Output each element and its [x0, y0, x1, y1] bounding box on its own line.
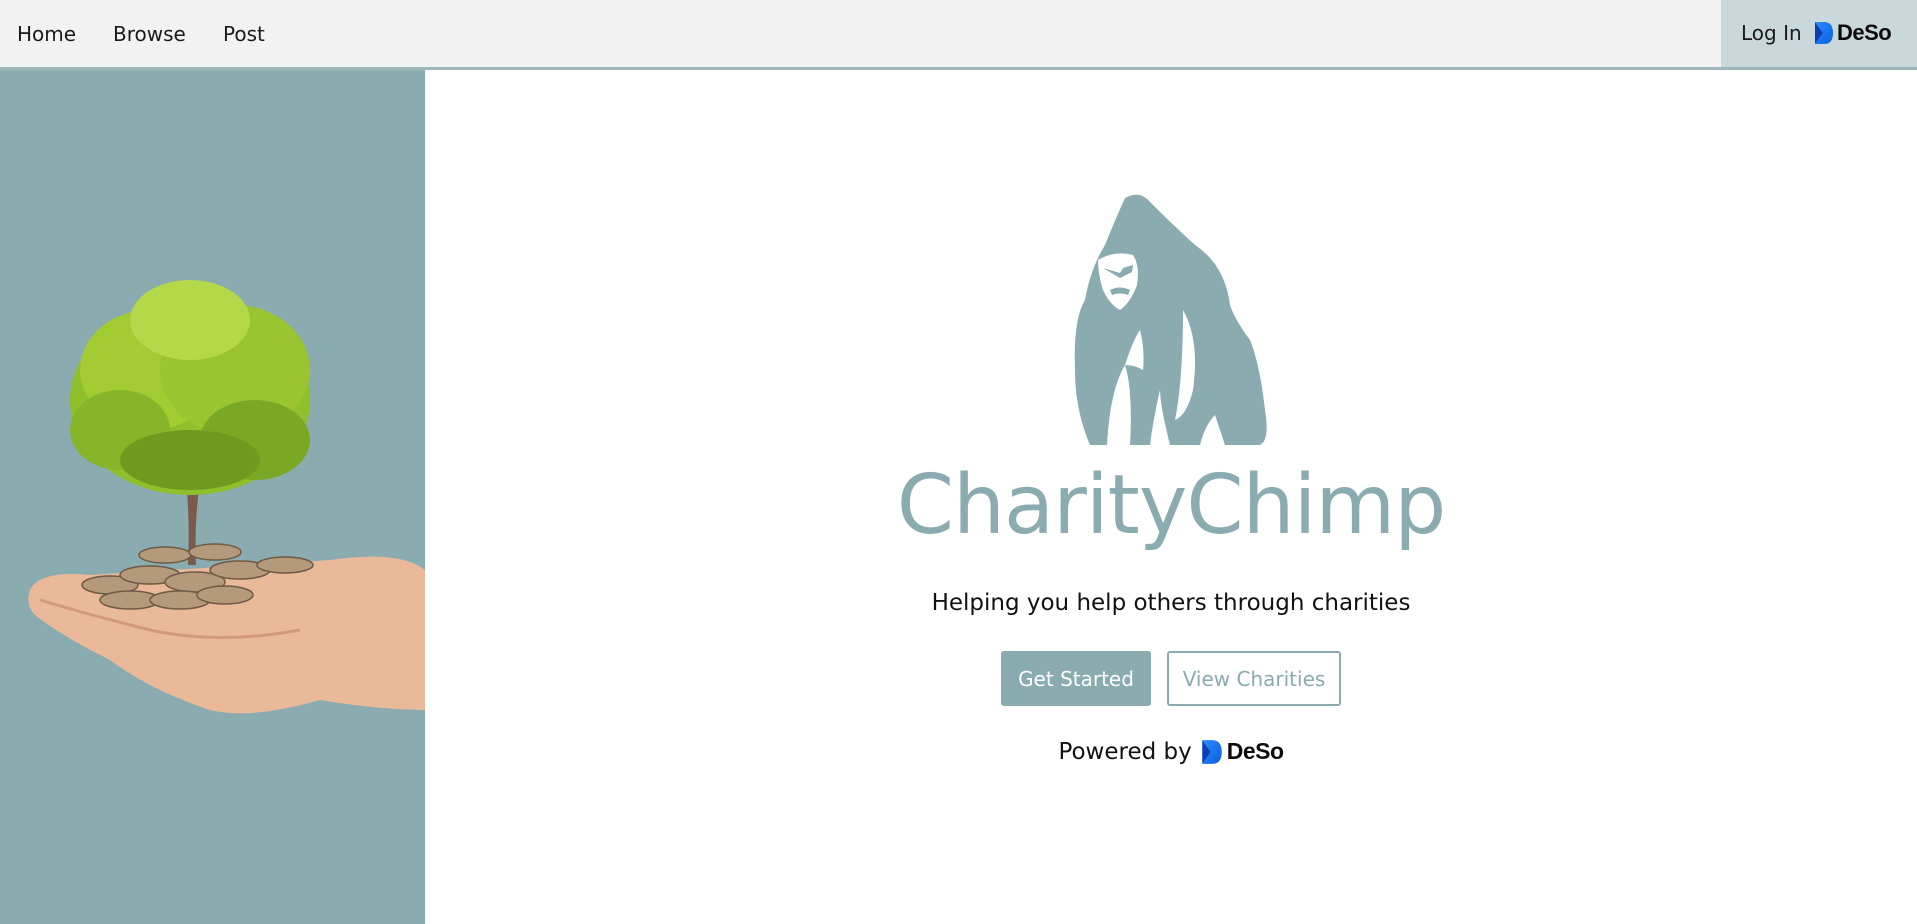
main-content: CharityChimp Helping you help others thr… — [425, 70, 1917, 924]
nav-home-link[interactable]: Home — [17, 22, 76, 46]
deso-wordmark: DeSo — [1226, 738, 1284, 764]
brand-title: CharityChimp — [896, 458, 1447, 553]
nav-browse-link[interactable]: Browse — [113, 22, 186, 46]
top-navbar: Home Browse Post Log In DeSo — [0, 0, 1917, 70]
login-button[interactable]: Log In DeSo — [1721, 0, 1917, 67]
tagline: Helping you help others through charitie… — [931, 590, 1411, 616]
deso-icon — [1202, 739, 1222, 764]
powered-by: Powered by DeSo — [425, 738, 1917, 765]
powered-by-label: Powered by — [1058, 738, 1192, 765]
deso-logo: DeSo — [1201, 738, 1284, 765]
deso-wordmark: DeSo — [1837, 20, 1892, 45]
tree-on-coins-image — [28, 280, 425, 714]
nav-post-link[interactable]: Post — [223, 22, 265, 46]
login-label: Log In — [1741, 21, 1802, 45]
view-charities-button[interactable]: View Charities — [1167, 651, 1341, 706]
hero-image-panel — [0, 70, 425, 924]
gorilla-icon — [1074, 194, 1267, 445]
get-started-button[interactable]: Get Started — [1001, 651, 1151, 706]
deso-icon — [1815, 22, 1833, 44]
deso-logo: DeSo — [1814, 20, 1892, 46]
